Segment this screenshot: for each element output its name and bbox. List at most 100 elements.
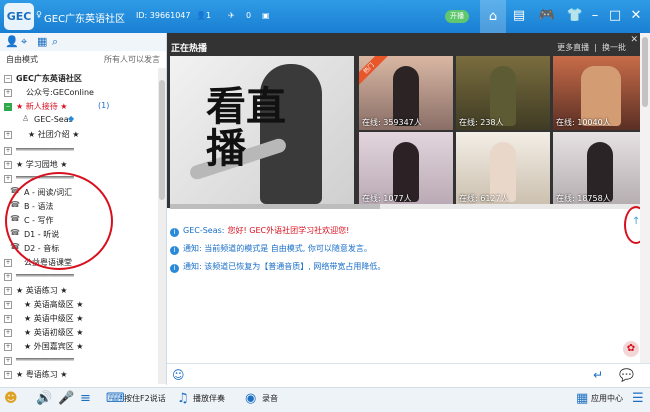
expand-icon[interactable]: + bbox=[4, 371, 12, 379]
expand-icon[interactable]: + bbox=[4, 329, 12, 337]
message-input-area[interactable]: ☺ ↵ 💬 bbox=[167, 363, 650, 387]
expand-icon[interactable]: + bbox=[4, 161, 12, 169]
menu-icon[interactable]: ☰ bbox=[632, 391, 644, 406]
grid-icon[interactable]: ▦ bbox=[37, 35, 47, 48]
plane-icon[interactable]: ✈ bbox=[228, 11, 235, 20]
channel-tree-scrollbar[interactable] bbox=[158, 68, 166, 384]
stream-tile[interactable]: 在线: 18758人 bbox=[553, 132, 647, 206]
record-icon[interactable]: ◉ bbox=[245, 391, 256, 406]
tree-row-separator[interactable]: + ════════════ bbox=[0, 270, 158, 284]
room-id: ID: 39661047 bbox=[136, 11, 191, 20]
scrollbar-thumb[interactable] bbox=[159, 80, 165, 200]
chat-scrollbar[interactable] bbox=[640, 33, 650, 363]
left-toolbar: 👤 ⌖ ▦ ⌕ bbox=[0, 33, 166, 51]
app-logo: GEC bbox=[4, 3, 34, 30]
fans-count: 0 bbox=[246, 11, 252, 20]
tree-row-guests[interactable]: + ★ 外国嘉宾区 ★ bbox=[0, 340, 158, 354]
keyboard-icon[interactable]: ⌨ bbox=[106, 391, 125, 406]
stream-tile[interactable]: 在线: 6127人 bbox=[456, 132, 550, 206]
mode-label[interactable]: 自由模式 bbox=[6, 54, 38, 65]
expand-icon[interactable]: + bbox=[4, 315, 12, 323]
hot-panel-scrollbar[interactable] bbox=[170, 204, 640, 209]
stream-tile[interactable]: 在线: 238人 bbox=[456, 56, 550, 130]
tree-row-advanced[interactable]: + ★ 英语高级区 ★ bbox=[0, 298, 158, 312]
send-icon[interactable]: ↵ bbox=[593, 368, 603, 382]
expand-icon[interactable]: + bbox=[4, 89, 12, 97]
bottom-toolbar: ☻ 🔊 🎤 ≡ ⌨ 按住F2说话 ♫ 播放伴奏 ◉ 录音 ▦ 应用中心 ☰ bbox=[0, 387, 650, 412]
expand-icon[interactable]: + bbox=[4, 273, 12, 281]
shirt-icon[interactable]: 👕 bbox=[566, 7, 584, 25]
refresh-link[interactable]: 换一批 bbox=[602, 43, 626, 52]
scrollbar-thumb[interactable] bbox=[642, 37, 648, 107]
more-live-link[interactable]: 更多直播 bbox=[557, 43, 589, 52]
tree-row-intermediate[interactable]: + ★ 英语中级区 ★ bbox=[0, 312, 158, 326]
person-icon[interactable]: 👤 bbox=[5, 35, 19, 48]
tree-row-beginner[interactable]: + ★ 英语初级区 ★ bbox=[0, 326, 158, 340]
maximize-icon[interactable]: □ bbox=[606, 7, 624, 25]
push-to-talk-button[interactable]: 按住F2说话 bbox=[124, 393, 166, 404]
featured-stream[interactable]: 看直播 bbox=[170, 56, 354, 206]
gift-icon[interactable]: ▣ bbox=[262, 11, 270, 20]
microphone-icon[interactable]: 🎤 bbox=[58, 391, 74, 406]
info-icon: i bbox=[170, 264, 179, 273]
viewer-count: 在线: 10040人 bbox=[556, 118, 611, 127]
tree-row-newcomer[interactable]: − ★ 新人接待 ★ (1) bbox=[0, 100, 158, 114]
home-icon[interactable]: ⌂ bbox=[480, 0, 506, 33]
expand-icon[interactable]: + bbox=[4, 175, 12, 183]
record-button[interactable]: 录音 bbox=[262, 393, 278, 404]
chat-message: i 通知: 当前频道的模式是 自由模式, 你可以随意发言。 bbox=[170, 243, 372, 255]
gamepad-icon[interactable]: 🎮 bbox=[538, 7, 556, 25]
expand-icon[interactable]: + bbox=[4, 259, 12, 267]
location-icon[interactable]: ⌖ bbox=[21, 35, 27, 49]
message-label: 通知: bbox=[183, 262, 202, 271]
expand-icon[interactable]: + bbox=[4, 357, 12, 365]
app-grid-icon[interactable]: ▦ bbox=[576, 391, 588, 406]
expand-icon[interactable]: + bbox=[4, 131, 12, 139]
collapse-icon[interactable]: − bbox=[4, 103, 12, 111]
message-text: 该频道已恢复为【普通音质】, 网络带宽占用降低。 bbox=[204, 262, 386, 271]
stream-tile[interactable]: 在线: 10040人 bbox=[553, 56, 647, 130]
music-icon[interactable]: ♫ bbox=[177, 391, 189, 406]
tree-row-separator[interactable]: + ════════════ bbox=[0, 144, 158, 158]
expand-icon[interactable]: + bbox=[4, 343, 12, 351]
viewer-count: 在线: 6127人 bbox=[459, 194, 509, 203]
expand-icon[interactable]: + bbox=[4, 287, 12, 295]
expand-icon[interactable]: + bbox=[4, 301, 12, 309]
flower-icon[interactable]: ✿ bbox=[623, 341, 639, 357]
speaker-icon[interactable]: 🔊 bbox=[36, 391, 52, 406]
stream-tile[interactable]: 在线: 1077人 bbox=[359, 132, 453, 206]
app-center-button[interactable]: 应用中心 bbox=[591, 393, 623, 404]
minimize-icon[interactable]: – bbox=[586, 7, 604, 25]
expand-icon[interactable]: + bbox=[4, 147, 12, 155]
calendar-icon[interactable]: ▤ bbox=[510, 7, 528, 25]
room-title[interactable]: GEC广东英语社区 bbox=[44, 10, 125, 25]
tree-row-user[interactable]: ♙ GEC-Seas ◆ bbox=[0, 114, 158, 128]
tree-row-intro[interactable]: + ★ 社团介绍 ★ bbox=[0, 128, 158, 142]
info-icon: i bbox=[170, 246, 179, 255]
tree-row-account[interactable]: + 公众号:GEConline bbox=[0, 86, 158, 100]
user-avatar-icon: ♙ bbox=[22, 114, 30, 123]
avatar-icon[interactable]: ☻ bbox=[4, 391, 18, 406]
search-icon[interactable]: ⌕ bbox=[52, 35, 58, 49]
tree-row-english-practice[interactable]: + ★ 英语练习 ★ bbox=[0, 284, 158, 298]
equalizer-icon[interactable]: ≡ bbox=[80, 391, 91, 406]
message-text: 您好! GEC外语社团学习社欢迎您! bbox=[227, 226, 350, 235]
tree-row-separator[interactable]: + ════════════ bbox=[0, 354, 158, 368]
featured-stream-text: 看直播 bbox=[206, 83, 286, 172]
close-icon[interactable]: ✕ bbox=[630, 35, 638, 45]
tree-row-study[interactable]: + ★ 学习园地 ★ bbox=[0, 158, 158, 172]
tree-row-cantonese-practice[interactable]: + ★ 粤语练习 ★ bbox=[0, 368, 158, 382]
stream-tile[interactable]: 热门 在线: 359347人 bbox=[359, 56, 453, 130]
close-icon[interactable]: ✕ bbox=[627, 7, 645, 25]
chat-bubble-icon[interactable]: 💬 bbox=[619, 368, 634, 382]
collapse-icon[interactable]: − bbox=[4, 75, 12, 83]
info-icon: i bbox=[170, 228, 179, 237]
scrollbar-thumb[interactable] bbox=[170, 204, 380, 209]
chat-message: i GEC-Seas: 您好! GEC外语社团学习社欢迎您! bbox=[170, 225, 349, 237]
emoji-icon[interactable]: ☺ bbox=[172, 368, 185, 382]
message-sender[interactable]: GEC-Seas: bbox=[183, 226, 225, 235]
accompaniment-button[interactable]: 播放伴奏 bbox=[193, 393, 225, 404]
live-badge[interactable]: 开播 bbox=[445, 10, 469, 23]
annotation-circle bbox=[5, 172, 113, 270]
tree-row-root[interactable]: − GEC广东英语社区 bbox=[0, 72, 158, 86]
